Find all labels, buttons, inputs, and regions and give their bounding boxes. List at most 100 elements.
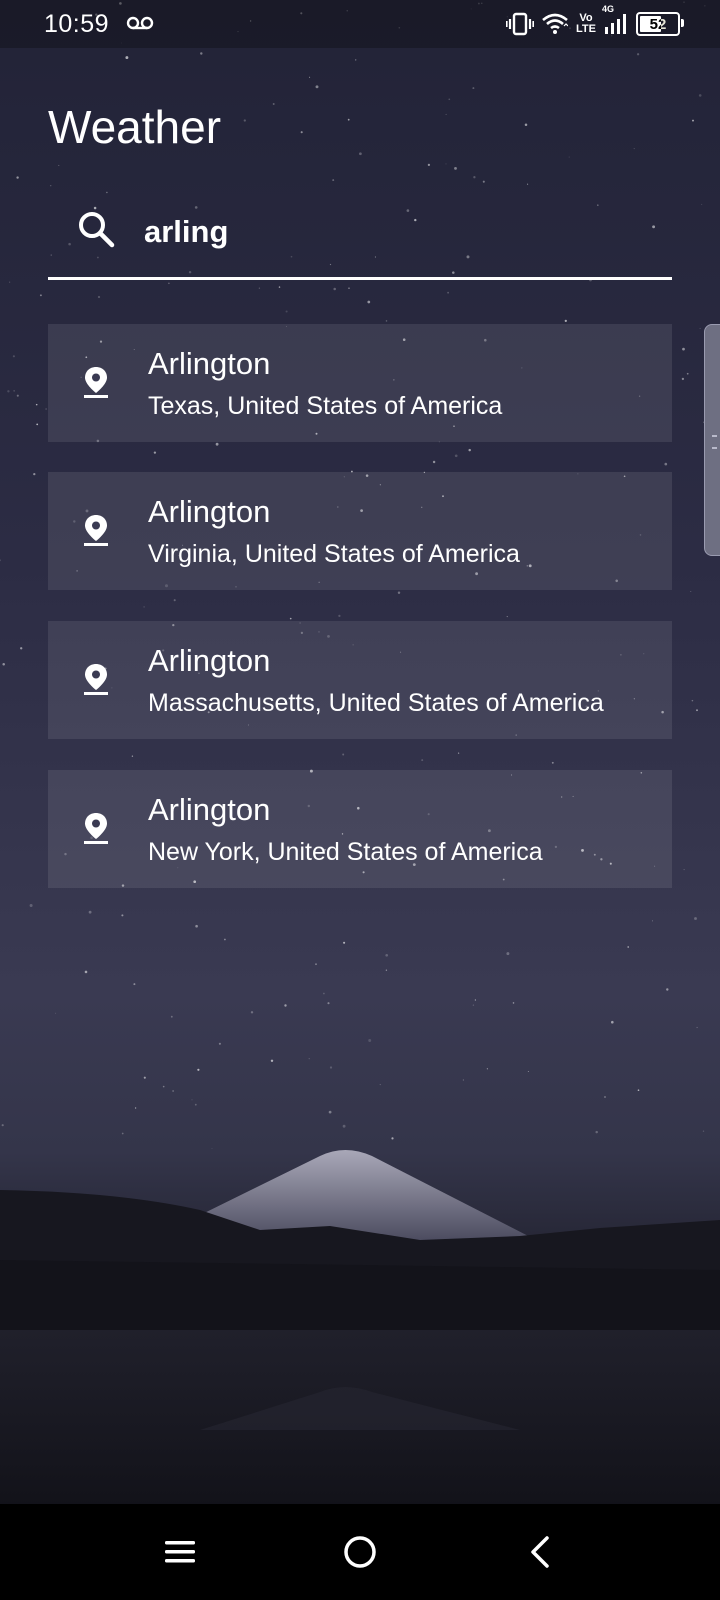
star <box>633 148 635 150</box>
location-result[interactable]: Arlington Massachusetts, United States o… <box>48 621 672 739</box>
location-result[interactable]: Arlington Virginia, United States of Ame… <box>48 472 672 590</box>
star <box>512 1002 515 1004</box>
star <box>2 662 5 666</box>
star <box>195 924 198 928</box>
result-city: Arlington <box>148 792 271 827</box>
search-bar[interactable] <box>48 195 672 280</box>
star <box>454 167 457 170</box>
star <box>604 1096 606 1098</box>
star <box>696 709 698 712</box>
result-city: Arlington <box>148 643 271 678</box>
battery-level: 52 <box>649 15 667 33</box>
star <box>694 917 697 920</box>
star <box>172 1090 174 1092</box>
menu-button[interactable] <box>156 1528 204 1576</box>
star <box>332 179 335 182</box>
location-pin-icon <box>84 367 108 398</box>
volte-indicator: Vo LTE <box>576 13 596 35</box>
star <box>462 1079 464 1081</box>
star <box>652 920 653 922</box>
back-button[interactable] <box>516 1528 564 1576</box>
star <box>218 1042 221 1045</box>
star <box>125 56 129 60</box>
star <box>173 599 176 602</box>
star <box>568 156 570 158</box>
location-pin-icon <box>84 664 108 695</box>
result-region: Virginia, United States of America <box>148 540 520 568</box>
star <box>50 185 52 187</box>
star <box>472 1004 475 1006</box>
star <box>134 1107 137 1109</box>
star <box>215 442 219 446</box>
location-result[interactable]: Arlington New York, United States of Ame… <box>48 770 672 888</box>
home-button[interactable] <box>336 1528 384 1576</box>
star <box>691 699 694 702</box>
star <box>88 910 92 914</box>
star <box>327 1002 330 1005</box>
star <box>683 869 685 871</box>
star <box>106 191 108 194</box>
star <box>13 390 15 392</box>
star <box>121 914 124 917</box>
navigation-bar <box>0 1504 720 1600</box>
star <box>315 963 317 966</box>
result-region: Texas, United States of America <box>148 392 503 420</box>
star <box>133 983 136 986</box>
page-title: Weather <box>48 101 222 153</box>
star <box>427 163 431 167</box>
star <box>45 408 47 410</box>
star <box>551 761 554 764</box>
star <box>379 1084 381 1086</box>
vibrate-icon <box>506 12 535 36</box>
star <box>448 98 451 101</box>
volte-bottom: LTE <box>576 23 596 35</box>
star <box>445 163 447 165</box>
star <box>696 1026 698 1029</box>
star <box>611 1020 614 1024</box>
star <box>194 1103 197 1106</box>
star <box>686 372 689 375</box>
star <box>153 451 157 454</box>
star <box>258 287 261 289</box>
star <box>664 462 668 466</box>
voicemail-icon <box>126 16 154 30</box>
star <box>191 1099 193 1101</box>
star <box>270 1059 274 1063</box>
star <box>527 1071 529 1072</box>
star <box>468 448 471 452</box>
side-panel-handle[interactable] <box>704 324 720 556</box>
star <box>1 1124 4 1127</box>
star <box>682 347 685 351</box>
star <box>16 176 19 179</box>
star <box>328 1110 332 1114</box>
star <box>348 287 350 290</box>
star <box>486 1068 488 1070</box>
star <box>36 423 39 426</box>
search-input[interactable] <box>144 211 644 253</box>
star <box>701 203 703 205</box>
location-result[interactable]: Arlington Texas, United States of Americ… <box>48 324 672 442</box>
network-type: 4G <box>601 4 614 14</box>
star <box>143 1076 146 1079</box>
star <box>354 59 357 61</box>
star <box>329 1066 333 1069</box>
star <box>454 454 458 458</box>
star <box>20 647 23 650</box>
star <box>506 952 510 956</box>
star <box>289 617 292 620</box>
star <box>131 755 134 757</box>
star <box>162 1085 165 1088</box>
star <box>12 355 15 358</box>
star <box>84 970 88 974</box>
star <box>284 1004 287 1007</box>
search-icon <box>79 212 115 248</box>
star <box>7 390 10 393</box>
mountain-landscape <box>0 1150 720 1510</box>
star <box>55 1012 57 1014</box>
star <box>285 310 288 313</box>
star <box>35 403 38 406</box>
star <box>343 941 346 944</box>
star <box>342 753 345 756</box>
app-screen: 10:59 Vo LTE 52 4G Weather arling Arling… <box>0 0 720 1600</box>
status-icons: Vo LTE 52 <box>506 8 684 40</box>
